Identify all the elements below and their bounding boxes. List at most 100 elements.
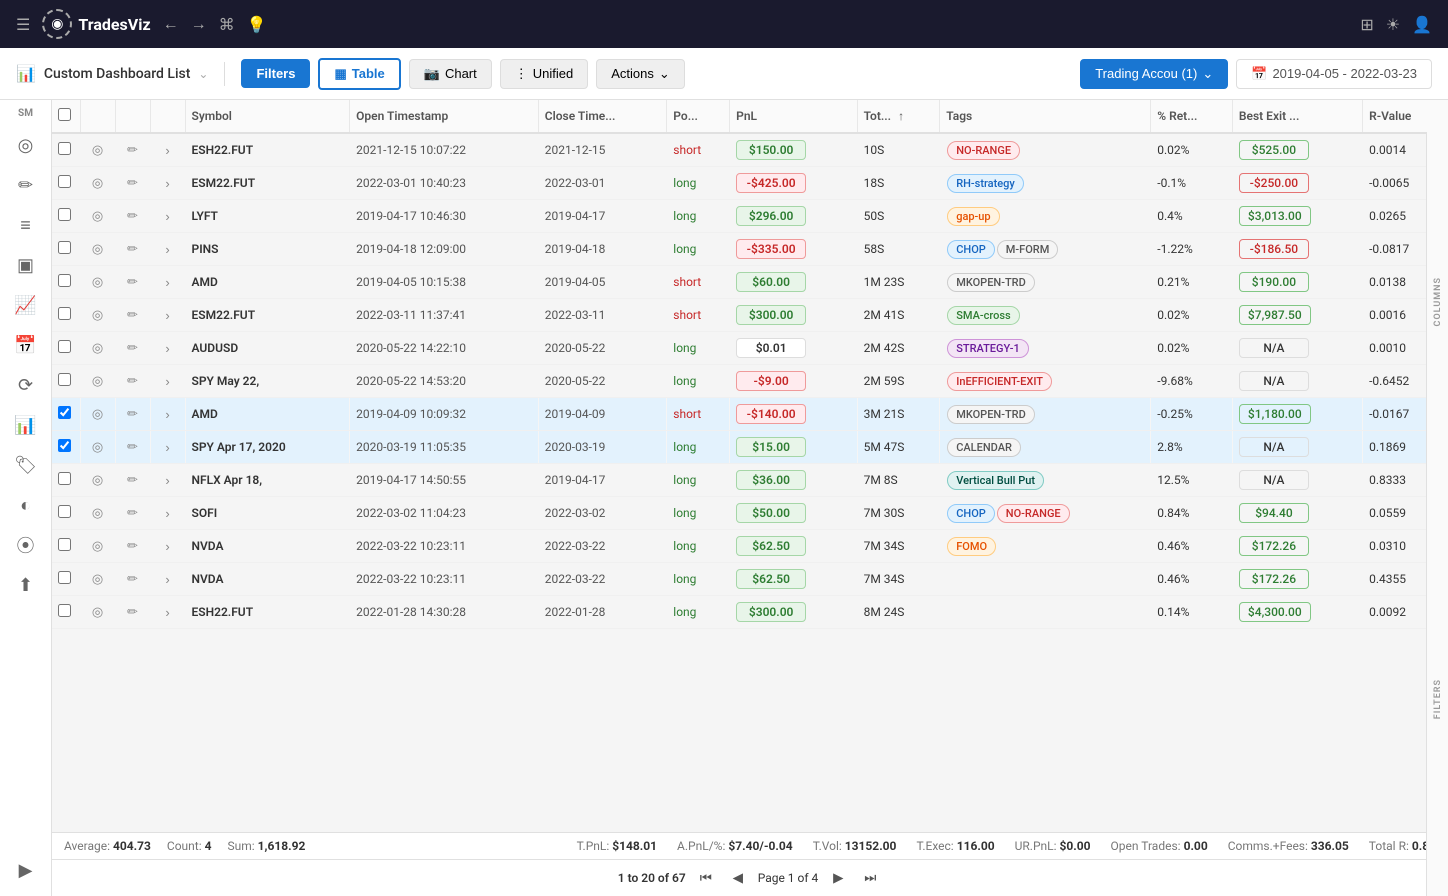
col-pnl[interactable]: PnL <box>730 100 857 133</box>
cell-action-target[interactable]: ◎ <box>80 266 115 299</box>
row-checkbox[interactable] <box>58 274 71 287</box>
cell-action-target[interactable]: ◎ <box>80 398 115 431</box>
row-checkbox[interactable] <box>58 505 71 518</box>
bulb-icon[interactable]: 💡 <box>247 15 267 34</box>
cell-expand[interactable]: › <box>150 332 185 365</box>
tag-badge[interactable]: NO-RANGE <box>997 504 1070 523</box>
expand-button[interactable]: › <box>157 568 179 590</box>
sidebar-item-dial[interactable]: ◐ <box>6 487 46 523</box>
filters-label[interactable]: FILTERS <box>1433 675 1443 723</box>
edit-button[interactable]: ✏ <box>122 469 144 491</box>
edit-button[interactable]: ✏ <box>122 205 144 227</box>
target-button[interactable]: ◎ <box>87 205 109 227</box>
cell-check[interactable] <box>52 332 80 365</box>
sidebar-item-grid[interactable]: ▣ <box>6 247 46 283</box>
cell-expand[interactable]: › <box>150 398 185 431</box>
target-button[interactable]: ◎ <box>87 436 109 458</box>
unified-button[interactable]: ⋮ Unified <box>500 59 588 89</box>
col-close-ts[interactable]: Close Time... <box>538 100 667 133</box>
tag-badge[interactable]: FOMO <box>947 537 996 556</box>
back-icon[interactable]: ← <box>163 14 179 34</box>
cell-check[interactable] <box>52 200 80 233</box>
cell-check[interactable] <box>52 233 80 266</box>
expand-button[interactable]: › <box>157 502 179 524</box>
col-position[interactable]: Po... <box>667 100 730 133</box>
cell-expand[interactable]: › <box>150 563 185 596</box>
cell-expand[interactable]: › <box>150 299 185 332</box>
tag-badge[interactable]: CALENDAR <box>947 438 1021 457</box>
cell-action-target[interactable]: ◎ <box>80 497 115 530</box>
sidebar-item-play[interactable]: ▶ <box>6 852 46 888</box>
cell-expand[interactable]: › <box>150 133 185 167</box>
tag-badge[interactable]: MKOPEN-TRD <box>947 405 1035 424</box>
target-button[interactable]: ◎ <box>87 568 109 590</box>
expand-button[interactable]: › <box>157 304 179 326</box>
sidebar-item-chart[interactable]: 📈 <box>6 287 46 323</box>
filters-button[interactable]: Filters <box>241 59 310 88</box>
cell-check[interactable] <box>52 464 80 497</box>
col-best-exit[interactable]: Best Exit ... <box>1232 100 1362 133</box>
cell-check[interactable] <box>52 431 80 464</box>
grid-icon[interactable]: ⊞ <box>1360 15 1373 34</box>
cell-action-target[interactable]: ◎ <box>80 299 115 332</box>
cell-action-edit[interactable]: ✏ <box>115 464 150 497</box>
col-symbol[interactable]: Symbol <box>185 100 350 133</box>
cell-action-edit[interactable]: ✏ <box>115 299 150 332</box>
cell-expand[interactable]: › <box>150 233 185 266</box>
sidebar-item-refresh[interactable]: ⟳ <box>6 367 46 403</box>
cell-check[interactable] <box>52 596 80 629</box>
row-checkbox[interactable] <box>58 406 71 419</box>
expand-button[interactable]: › <box>157 436 179 458</box>
cell-action-target[interactable]: ◎ <box>80 530 115 563</box>
sidebar-item-target[interactable]: ◎ <box>6 127 46 163</box>
tag-badge[interactable]: SMA-cross <box>947 306 1019 325</box>
tag-badge[interactable]: gap-up <box>947 207 999 226</box>
next-page-button[interactable]: ▶ <box>826 866 850 890</box>
target-button[interactable]: ◎ <box>87 139 109 161</box>
sun-icon[interactable]: ☀ <box>1386 15 1400 34</box>
tag-badge[interactable]: CHOP <box>947 240 995 259</box>
select-all-checkbox[interactable] <box>58 108 71 121</box>
cell-action-target[interactable]: ◎ <box>80 233 115 266</box>
edit-button[interactable]: ✏ <box>122 502 144 524</box>
target-button[interactable]: ◎ <box>87 172 109 194</box>
edit-button[interactable]: ✏ <box>122 370 144 392</box>
command-icon[interactable]: ⌘ <box>219 15 235 34</box>
target-button[interactable]: ◎ <box>87 304 109 326</box>
row-checkbox[interactable] <box>58 340 71 353</box>
sidebar-item-edit[interactable]: ✏ <box>6 167 46 203</box>
menu-icon[interactable]: ☰ <box>16 15 30 34</box>
target-button[interactable]: ◎ <box>87 601 109 623</box>
expand-button[interactable]: › <box>157 469 179 491</box>
cell-check[interactable] <box>52 299 80 332</box>
cell-check[interactable] <box>52 398 80 431</box>
cell-expand[interactable]: › <box>150 266 185 299</box>
row-checkbox[interactable] <box>58 439 71 452</box>
cell-action-edit[interactable]: ✏ <box>115 266 150 299</box>
prev-page-button[interactable]: ◀ <box>726 866 750 890</box>
target-button[interactable]: ◎ <box>87 238 109 260</box>
row-checkbox[interactable] <box>58 373 71 386</box>
cell-action-target[interactable]: ◎ <box>80 563 115 596</box>
tag-badge[interactable]: InEFFICIENT-EXIT <box>947 372 1052 391</box>
edit-button[interactable]: ✏ <box>122 337 144 359</box>
sidebar-item-tag[interactable]: 🏷 <box>6 447 46 483</box>
sidebar-item-calendar[interactable]: 📅 <box>6 327 46 363</box>
expand-button[interactable]: › <box>157 205 179 227</box>
expand-button[interactable]: › <box>157 535 179 557</box>
date-range-button[interactable]: 📅 2019-04-05 - 2022-03-23 <box>1236 59 1432 89</box>
cell-check[interactable] <box>52 266 80 299</box>
row-checkbox[interactable] <box>58 175 71 188</box>
expand-button[interactable]: › <box>157 172 179 194</box>
expand-button[interactable]: › <box>157 238 179 260</box>
edit-button[interactable]: ✏ <box>122 436 144 458</box>
cell-action-target[interactable]: ◎ <box>80 167 115 200</box>
last-page-button[interactable]: ⏭ <box>858 866 882 890</box>
row-checkbox[interactable] <box>58 604 71 617</box>
cell-check[interactable] <box>52 563 80 596</box>
cell-check[interactable] <box>52 167 80 200</box>
col-tags[interactable]: Tags <box>940 100 1151 133</box>
target-button[interactable]: ◎ <box>87 337 109 359</box>
edit-button[interactable]: ✏ <box>122 535 144 557</box>
cell-action-edit[interactable]: ✏ <box>115 167 150 200</box>
